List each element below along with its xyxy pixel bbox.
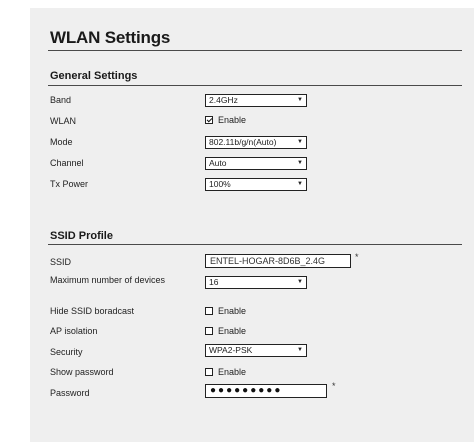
chevron-down-icon: ▼ (297, 97, 303, 103)
checkbox-icon[interactable] (205, 116, 213, 124)
hide-ssid-checkbox[interactable]: Enable (205, 306, 246, 316)
security-select[interactable]: WPA2-PSK ▼ (205, 344, 307, 357)
ap-isolation-checkbox[interactable]: Enable (205, 326, 246, 336)
password-input[interactable]: ●●●●●●●●● (205, 384, 327, 398)
password-label: Password (50, 388, 90, 398)
chevron-down-icon: ▼ (297, 347, 303, 353)
title-divider (48, 50, 462, 51)
ssid-label: SSID (50, 257, 72, 267)
wlan-enable-label: Enable (218, 115, 247, 125)
wlan-enable-checkbox[interactable]: Enable (205, 115, 246, 125)
max-devices-label: Maximum number of devices (50, 275, 166, 285)
hide-ssid-enable-label: Enable (218, 306, 247, 316)
wlan-settings-panel: WLAN Settings General Settings Band 2.4G… (30, 8, 474, 442)
password-required-mark: * (332, 381, 336, 391)
hide-ssid-label: Hide SSID boradcast (50, 306, 135, 316)
tx-power-label: Tx Power (50, 179, 89, 189)
checkbox-icon[interactable] (205, 327, 213, 335)
ap-isolation-enable-label: Enable (218, 326, 247, 336)
chevron-down-icon: ▼ (297, 181, 303, 187)
chevron-down-icon: ▼ (297, 160, 303, 166)
band-select[interactable]: 2.4GHz ▼ (205, 94, 307, 107)
channel-select[interactable]: Auto ▼ (205, 157, 307, 170)
chevron-down-icon: ▼ (297, 279, 303, 285)
tx-power-select-value: 100% (209, 179, 231, 189)
band-select-value: 2.4GHz (209, 95, 238, 105)
band-label: Band (50, 95, 72, 105)
max-devices-select-value: 16 (209, 277, 219, 287)
ssid-profile-heading: SSID Profile (50, 230, 113, 242)
security-select-value: WPA2-PSK (209, 345, 253, 355)
ssid-profile-divider (48, 244, 462, 245)
channel-select-value: Auto (209, 158, 227, 168)
max-devices-select[interactable]: 16 ▼ (205, 276, 307, 289)
checkbox-icon[interactable] (205, 307, 213, 315)
tx-power-select[interactable]: 100% ▼ (205, 178, 307, 191)
ap-isolation-label: AP isolation (50, 326, 98, 336)
checkbox-icon[interactable] (205, 368, 213, 376)
page-title: WLAN Settings (50, 28, 171, 47)
mode-select-value: 802.11b/g/n(Auto) (209, 137, 277, 147)
show-password-enable-label: Enable (218, 367, 247, 377)
show-password-label: Show password (50, 367, 114, 377)
ssid-required-mark: * (355, 252, 359, 262)
channel-label: Channel (50, 158, 84, 168)
chevron-down-icon: ▼ (297, 139, 303, 145)
security-label: Security (50, 347, 83, 357)
show-password-checkbox[interactable]: Enable (205, 367, 246, 377)
mode-label: Mode (50, 137, 73, 147)
wlan-label: WLAN (50, 116, 77, 126)
mode-select[interactable]: 802.11b/g/n(Auto) ▼ (205, 136, 307, 149)
general-settings-divider (48, 85, 462, 86)
ssid-input[interactable]: ENTEL-HOGAR-8D6B_2.4G (205, 254, 351, 268)
general-settings-heading: General Settings (50, 70, 138, 82)
